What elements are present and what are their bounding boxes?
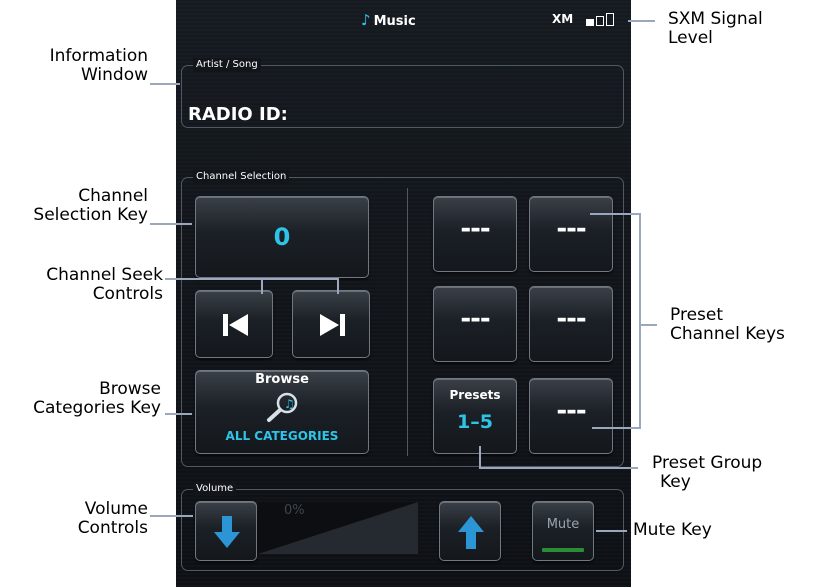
callout-mute-key: Mute Key xyxy=(633,520,712,540)
callout-sxm-signal-level: SXM Signal Level xyxy=(668,9,763,48)
callout-preset-group-key: Preset Group Key xyxy=(652,453,763,492)
callout-information-window: Information Window xyxy=(49,46,148,85)
callout-preset-channel-keys: Preset Channel Keys xyxy=(670,305,785,344)
callout-channel-selection-key: Channel Selection Key xyxy=(33,186,148,225)
callout-browse-categories-key: Browse Categories Key xyxy=(33,379,161,418)
callout-volume-controls: Volume Controls xyxy=(77,499,148,538)
callout-channel-seek-controls: Channel Seek Controls xyxy=(46,265,163,304)
